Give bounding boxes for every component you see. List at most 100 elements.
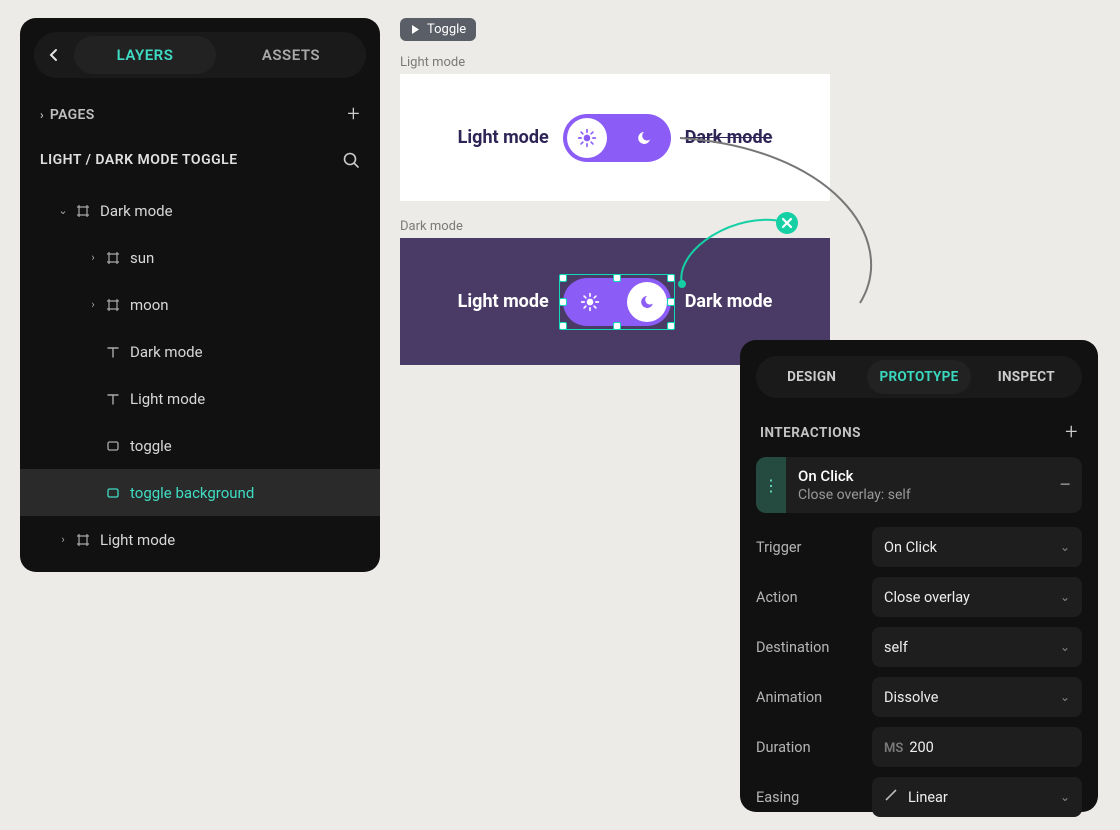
prop-action: Action Close overlay ⌄ [756, 577, 1082, 617]
animation-select[interactable]: Dissolve ⌄ [872, 677, 1082, 717]
file-title-row: LIGHT / DARK MODE TOGGLE [20, 135, 380, 183]
destination-select[interactable]: self ⌄ [872, 627, 1082, 667]
tab-layers[interactable]: LAYERS [74, 36, 216, 74]
prop-label: Animation [756, 689, 872, 706]
toggle-knob [567, 118, 607, 158]
layer-tree: ⌄ Dark mode › sun › moon Dark mode Light… [20, 183, 380, 567]
layer-rect-toggle-background[interactable]: toggle background [20, 469, 380, 516]
moon-icon [617, 114, 671, 162]
layer-frame-light-mode[interactable]: › Light mode [20, 516, 380, 563]
action-select[interactable]: Close overlay ⌄ [872, 577, 1082, 617]
chevron-right-icon: › [84, 298, 102, 311]
chevron-down-icon: ⌄ [1060, 690, 1070, 704]
layer-label: Light mode [130, 390, 205, 408]
add-interaction-button[interactable]: + [1065, 420, 1078, 445]
layer-group-moon[interactable]: › moon [20, 281, 380, 328]
layer-label: sun [130, 249, 154, 267]
frame-icon [72, 533, 94, 547]
rectangle-icon [102, 486, 124, 500]
selection-handle[interactable] [613, 322, 621, 330]
moon-icon [638, 293, 656, 311]
interaction-title: On Click [798, 467, 1036, 485]
pages-label: PAGES [50, 107, 95, 123]
text-light-mode: Light mode [458, 291, 549, 312]
inspector-tabs: DESIGN PROTOTYPE INSPECT [756, 356, 1082, 398]
chevron-down-icon: ⌄ [1060, 640, 1070, 654]
tab-assets[interactable]: ASSETS [220, 36, 362, 74]
interactions-label: INTERACTIONS [760, 425, 861, 441]
animation-value: Dissolve [884, 689, 938, 706]
chevron-down-icon: ⌄ [54, 204, 72, 217]
selection-wrapper [563, 278, 671, 326]
toggle-pill-light[interactable] [563, 114, 671, 162]
easing-select[interactable]: Linear ⌄ [872, 777, 1082, 817]
layer-label: toggle background [130, 484, 254, 502]
text-icon [102, 345, 124, 359]
layer-frame-dark-mode[interactable]: ⌄ Dark mode [20, 187, 380, 234]
selection-handle[interactable] [667, 274, 675, 282]
layer-label: Dark mode [100, 202, 173, 220]
interaction-item[interactable]: ⋮ On Click Close overlay: self − [756, 457, 1082, 513]
linear-curve-icon [884, 788, 898, 806]
selection-handle[interactable] [559, 274, 567, 282]
prop-label: Duration [756, 739, 872, 756]
duration-input[interactable]: MS200 [872, 727, 1082, 767]
back-button[interactable] [38, 37, 70, 73]
text-icon [102, 392, 124, 406]
prop-easing: Easing Linear ⌄ [756, 777, 1082, 817]
prop-duration: Duration MS200 [756, 727, 1082, 767]
layer-rect-toggle[interactable]: toggle [20, 422, 380, 469]
interaction-body: On Click Close overlay: self [786, 457, 1048, 513]
frame-tag-label: Toggle [427, 22, 466, 37]
prop-animation: Animation Dissolve ⌄ [756, 677, 1082, 717]
chevron-right-icon: › [54, 533, 72, 546]
interactions-header: INTERACTIONS + [756, 414, 1082, 457]
frame-caption-dark: Dark mode [400, 219, 830, 234]
add-page-button[interactable]: + [347, 102, 360, 127]
toggle-knob [627, 282, 667, 322]
frame-caption-light: Light mode [400, 55, 830, 70]
toggle-pill-dark[interactable] [563, 278, 671, 326]
selection-handle[interactable] [667, 298, 675, 306]
prop-label: Action [756, 589, 872, 606]
chevron-down-icon: ⌄ [1060, 790, 1070, 804]
pages-header[interactable]: ›PAGES + [20, 92, 380, 135]
drag-handle-icon[interactable]: ⋮ [756, 457, 786, 513]
text-light-mode: Light mode [458, 127, 549, 148]
layer-text-dark[interactable]: Dark mode [20, 328, 380, 375]
destination-value: self [884, 639, 908, 656]
interaction-subtitle: Close overlay: self [798, 487, 1036, 503]
layer-group-sun[interactable]: › sun [20, 234, 380, 281]
chevron-down-icon: ⌄ [1060, 540, 1070, 554]
prop-label: Trigger [756, 539, 872, 556]
action-value: Close overlay [884, 589, 970, 606]
tab-prototype[interactable]: PROTOTYPE [867, 360, 970, 394]
prop-label: Destination [756, 639, 872, 656]
tab-design[interactable]: DESIGN [760, 360, 863, 394]
prop-destination: Destination self ⌄ [756, 627, 1082, 667]
remove-interaction-button[interactable]: − [1048, 457, 1082, 513]
search-icon[interactable] [342, 151, 360, 169]
sun-icon [577, 128, 597, 148]
trigger-value: On Click [884, 539, 937, 556]
selection-handle[interactable] [667, 322, 675, 330]
layer-text-light[interactable]: Light mode [20, 375, 380, 422]
selection-handle[interactable] [559, 322, 567, 330]
tab-inspect[interactable]: INSPECT [975, 360, 1078, 394]
frame-light-mode[interactable]: Light mode Dark mode [400, 74, 830, 201]
frame-icon [102, 298, 124, 312]
duration-prefix: MS [884, 741, 903, 756]
layers-panel: LAYERS ASSETS ›PAGES + LIGHT / DARK MODE… [20, 18, 380, 572]
frame-tag[interactable]: Toggle [400, 18, 476, 41]
trigger-select[interactable]: On Click ⌄ [872, 527, 1082, 567]
text-dark-mode: Dark mode [685, 127, 773, 148]
chevron-right-icon: › [84, 251, 102, 264]
layer-label: toggle [130, 437, 172, 455]
prop-trigger: Trigger On Click ⌄ [756, 527, 1082, 567]
layer-label: Dark mode [130, 343, 203, 361]
selection-handle[interactable] [613, 274, 621, 282]
prop-label: Easing [756, 789, 872, 806]
panel-tabs: LAYERS ASSETS [34, 32, 366, 78]
close-overlay-node[interactable] [776, 212, 798, 234]
selection-handle[interactable] [559, 298, 567, 306]
